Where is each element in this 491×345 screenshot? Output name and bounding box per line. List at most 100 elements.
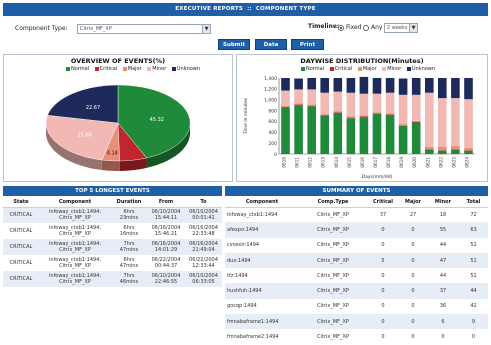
to-cell: 06/22/2004 12:33:44 [189,257,218,269]
timeline-fixed-radio[interactable] [338,25,344,31]
state-cell: CRITICAL [3,239,39,255]
col-to: To [185,197,222,208]
critical-cell: 0 [381,334,385,341]
bar-segment-normal [385,114,395,154]
col-component: Component [39,197,111,208]
bar-segment-normal [320,116,329,154]
bar-segment-major [438,146,447,151]
table-row[interactable]: gocqp:1494 Citrix_MF_XP 0 0 36 42 [225,299,488,314]
table-row[interactable]: cvosxir:1494 Citrix_MF_XP 0 0 44 51 [225,238,488,253]
bar-segment-major [411,120,421,122]
bar-segment-unknown [438,78,447,99]
bar-segment-minor [398,94,408,125]
table-row[interactable]: CRITICAL infoway_ctxb1:1494: Citrix_MF_XP 7… [3,271,222,287]
bar-segment-major [451,145,460,150]
submit-button[interactable]: Submit [218,39,250,50]
table-row[interactable]: dux:1494 Citrix_MF_XP 5 0 47 51 [225,252,488,269]
bar-segment-unknown [320,78,329,93]
bar-segment-minor [425,92,434,147]
state-cell: CRITICAL [9,260,33,266]
bar-segment-minor [320,92,329,115]
bar-chart-title: DAYWISE DISTRIBUTION(Minutes) [300,57,424,65]
x-tick-label: 0624 [465,157,470,168]
table-row[interactable]: CRITICAL infoway_ctxb1:1494: Citrix_MF_XP 7… [3,239,222,255]
component-cell: infoway_ctxb1:1494: Citrix_MF_XP [39,239,111,255]
pie-value-label: 22.67 [86,105,100,111]
print-button[interactable]: Print [291,39,324,50]
duration-cell: 6hrs 23mins [111,207,147,223]
from-cell: 06/22/2004 00:44:37 [151,257,181,269]
to-cell: 06/10/2004 06:33:05 [185,271,222,287]
x-axis-label: Days(mm/dd) [362,174,393,180]
y-axis-label: Time in minutes [243,97,249,135]
bar-segment-unknown [464,78,473,100]
y-tick-label: 1,200 [264,87,277,93]
legend-swatch-normal [66,66,70,71]
legend-critical: Critical [99,66,118,72]
to-cell: 06/10/2004 00:01:41 [185,207,222,223]
component-cell: afexpo:1494 [225,222,299,238]
major-cell: 0 [399,314,427,330]
bar-segment-critical [372,113,382,114]
y-tick-label: 600 [268,119,277,125]
table-row[interactable]: afexpo:1494 Citrix_MF_XP 0 0 55 63 [225,222,488,238]
x-tick-label: 0615 [347,157,352,168]
data-button[interactable]: Data [255,39,287,50]
critical-cell: 0 [367,222,399,238]
y-tick-label: 1,400 [264,76,277,82]
legend-minor: Minor [387,66,402,72]
bar-chart: 0 200 400 600 800 1,000 1,200 1,400 Time in minu… [243,76,475,180]
total-cell: 9 [459,314,488,330]
critical-cell: 0 [381,303,385,310]
component-type-select[interactable]: Citrix_MF_XP ▼ [77,24,211,34]
duration-cell: 7hrs 47mins [111,239,147,255]
y-tick-label: 1,000 [264,98,277,104]
table-row[interactable]: tfz:1494 Citrix_MF_XP 0 0 44 51 [225,268,488,283]
bar-segment-normal [281,107,290,154]
timeline-any-radio[interactable] [363,25,369,31]
table-row[interactable]: fmnabaframe1:1494 Citrix_MF_XP 0 0 6 9 [225,314,488,330]
duration-cell: 7hrs 46mins [111,271,147,287]
critical-cell: 37 [379,211,387,218]
pie-value-label: 4.14 [107,151,118,157]
table-row[interactable]: CRITICAL infoway_ctxb1:1494: Citrix_MF_XP 6… [3,207,222,223]
longest-events-title: TOP 5 LONGEST EVENTS [3,186,222,196]
bar-segment-normal [464,150,473,154]
minor-cell: 6 [427,314,459,330]
table-row[interactable]: fmnabaframe2:1494 Citrix_MF_XP 0 0 0 0 [225,329,488,344]
comp-type-cell: Citrix_MF_XP [299,252,367,269]
bar-segment-critical [425,149,434,150]
bar-segment-major [425,146,434,150]
table-row[interactable]: CRITICAL infoway_ctxb1:1494: Citrix_MF_XP 6… [3,255,222,271]
component-cell: dux:1494 [225,252,299,269]
bar-segment-major [333,111,343,113]
chevron-down-icon: ▼ [202,25,210,33]
critical-cell: 5 [367,252,399,269]
timeline-period-select[interactable]: 2 weeks ▼ [384,23,418,33]
bar-segment-unknown [333,78,343,92]
minor-cell: 37 [427,283,459,299]
legend-swatch-minor [382,66,387,71]
bar-segment-minor [451,98,460,146]
bar-segment-unknown [359,76,369,94]
table-row[interactable]: CRITICAL infoway_ctxb1:1494: Citrix_MF_XP 6… [3,223,222,239]
component-cell: fmnabaframe2:1494 [227,334,279,341]
legend-normal: Normal [71,66,90,72]
x-tick-label: 0612 [308,157,313,168]
table-row[interactable]: infoway_ctxb1:1494 Citrix_MF_XP 37 27 18 72 [225,207,488,222]
x-tick-label: 0614 [334,157,339,168]
legend-swatch-minor [147,66,152,71]
bar-segment-normal [372,113,382,154]
table-row[interactable]: hushfuh:1494 Citrix_MF_XP 0 0 37 44 [225,283,488,299]
x-tick-label: 0621 [425,157,430,168]
y-tick-label: 400 [268,130,277,136]
bar-segment-normal [346,118,356,154]
component-cell: hushfuh:1494 [225,283,299,299]
comp-type-cell: Citrix_MF_XP [317,334,349,341]
bar-segment-critical [464,150,473,151]
major-cell: 0 [411,242,415,249]
col-total: Total [459,197,488,208]
bar-segment-major [385,113,395,115]
major-cell: 27 [409,211,417,218]
duration-cell: 6hrs 16mins [119,225,139,237]
